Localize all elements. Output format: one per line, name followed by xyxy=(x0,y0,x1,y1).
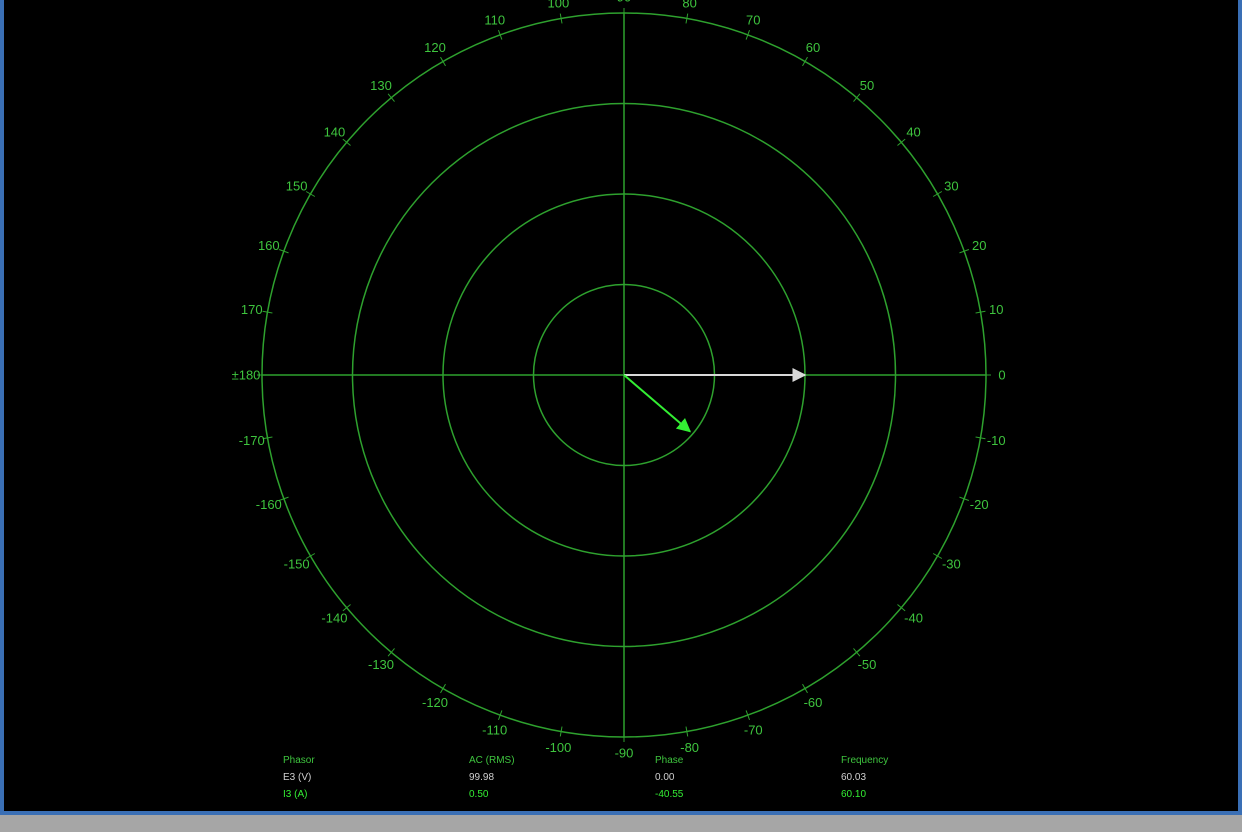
angle-tick-label: 140 xyxy=(324,125,346,140)
angle-tick-label: 50 xyxy=(860,78,874,93)
angle-tick-label: 30 xyxy=(944,179,958,194)
angle-tick-label: -120 xyxy=(422,695,448,710)
angle-tick-label: -130 xyxy=(368,657,394,672)
angle-tick-label: 100 xyxy=(548,0,570,10)
angle-tick-label: 110 xyxy=(484,12,505,27)
angle-tick-label: 90 xyxy=(617,0,631,5)
angle-tick xyxy=(932,553,943,559)
angle-tick-label: 0 xyxy=(998,368,1005,383)
angle-tick-label: -110 xyxy=(482,723,507,738)
phasor-vector xyxy=(623,374,692,433)
angle-tick-label: 130 xyxy=(370,78,392,93)
angle-tick-label: ±180 xyxy=(232,368,261,383)
angle-tick-label: -20 xyxy=(970,497,989,512)
angle-tick xyxy=(440,683,446,694)
angle-tick-label: -160 xyxy=(256,497,282,512)
angle-tick-label: -90 xyxy=(615,746,634,761)
angle-tick-label: 60 xyxy=(806,40,820,55)
angle-tick-label: 70 xyxy=(746,12,760,27)
angle-tick xyxy=(802,56,808,67)
angle-tick-label: -50 xyxy=(858,657,877,672)
angle-tick-label: -10 xyxy=(987,433,1006,448)
angle-tick-label: 40 xyxy=(906,125,920,140)
angle-tick xyxy=(440,56,446,67)
angle-tick-label: -70 xyxy=(744,723,763,738)
angle-tick-label: 120 xyxy=(424,40,446,55)
bottom-strip xyxy=(0,815,1242,832)
angle-tick-label: -80 xyxy=(680,740,699,755)
angle-tick-label: -150 xyxy=(284,557,310,572)
window-frame: 0 10 20 30 40 50 60 70 80 90 100 110 120 130 140 150 160… xyxy=(0,0,1242,815)
angle-tick-label: -100 xyxy=(545,740,571,755)
angle-tick xyxy=(802,683,808,694)
angle-tick xyxy=(932,191,943,197)
angle-tick-label: 160 xyxy=(258,238,280,253)
angle-tick-label: -170 xyxy=(239,433,265,448)
angle-tick-label: 10 xyxy=(989,302,1003,317)
angle-tick-label: 150 xyxy=(286,179,308,194)
angle-tick-label: 170 xyxy=(241,302,263,317)
angle-tick-label: 20 xyxy=(972,238,986,253)
phasor-plot: 0 10 20 30 40 50 60 70 80 90 100 110 120 130 140 150 160… xyxy=(232,0,1006,761)
angle-tick-label: -60 xyxy=(804,695,823,710)
angle-tick-label: -40 xyxy=(904,610,923,625)
angle-tick-label: -140 xyxy=(321,610,347,625)
phasor-display: 0 10 20 30 40 50 60 70 80 90 100 110 120 130 140 150 160… xyxy=(4,0,1238,811)
angle-tick-label: 80 xyxy=(682,0,696,10)
angle-tick-label: -30 xyxy=(942,557,961,572)
